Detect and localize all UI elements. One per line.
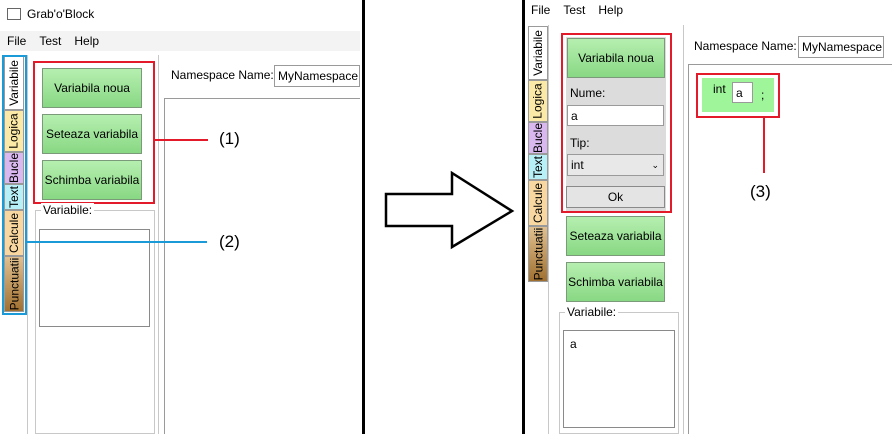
menu-help[interactable]: Help — [598, 3, 623, 17]
menu-test[interactable]: Test — [563, 3, 585, 17]
variables-list[interactable]: a — [563, 330, 675, 428]
tab-logica[interactable]: Logica — [528, 80, 548, 122]
callout-3-line — [763, 118, 765, 173]
tab-calcule[interactable]: Calcule — [528, 180, 548, 226]
menu-bar: File Test Help — [0, 31, 360, 51]
variables-label: Variabile: — [565, 305, 619, 319]
menu-test[interactable]: Test — [39, 34, 61, 48]
tab-punctuatii[interactable]: Punctuatii — [528, 226, 548, 282]
divider-left — [362, 0, 365, 434]
tab-variabile[interactable]: Variabile — [528, 26, 548, 80]
namespace-label: Namespace Name: — [171, 68, 274, 82]
change-variable-button[interactable]: Schimba variabila — [566, 262, 665, 302]
buttons-highlight-box — [33, 61, 155, 204]
menu-file[interactable]: File — [531, 3, 550, 17]
callout-2-label: (2) — [219, 232, 240, 251]
menu-help[interactable]: Help — [74, 34, 99, 48]
variables-label: Variabile: — [41, 203, 95, 217]
namespace-input[interactable]: MyNamespace — [798, 36, 884, 58]
callout-1-line — [155, 139, 208, 141]
block-highlight-box — [696, 73, 780, 118]
variables-list[interactable] — [39, 229, 150, 327]
callout-2-line — [27, 241, 207, 243]
app-icon — [7, 8, 21, 20]
set-variable-button[interactable]: Seteaza variabila — [566, 216, 665, 256]
namespace-label: Namespace Name: — [694, 39, 797, 53]
namespace-input[interactable]: MyNamespace — [274, 65, 360, 87]
transition-arrow-icon — [384, 170, 515, 250]
workspace-canvas[interactable] — [164, 98, 360, 434]
menu-bar-right: File Test Help — [525, 0, 892, 20]
workspace-canvas[interactable] — [688, 64, 892, 434]
tab-bucle[interactable]: Bucle — [528, 122, 548, 154]
callout-3-label: (3) — [750, 182, 771, 201]
form-highlight-box — [561, 33, 672, 213]
tabs-highlight-box — [2, 55, 27, 315]
list-item[interactable]: a — [570, 337, 577, 351]
menu-file[interactable]: File — [7, 34, 26, 48]
tab-text[interactable]: Text — [528, 154, 548, 180]
window-title: Grab'o'Block — [27, 7, 95, 21]
callout-1-label: (1) — [219, 129, 240, 148]
divider-right — [522, 0, 525, 434]
